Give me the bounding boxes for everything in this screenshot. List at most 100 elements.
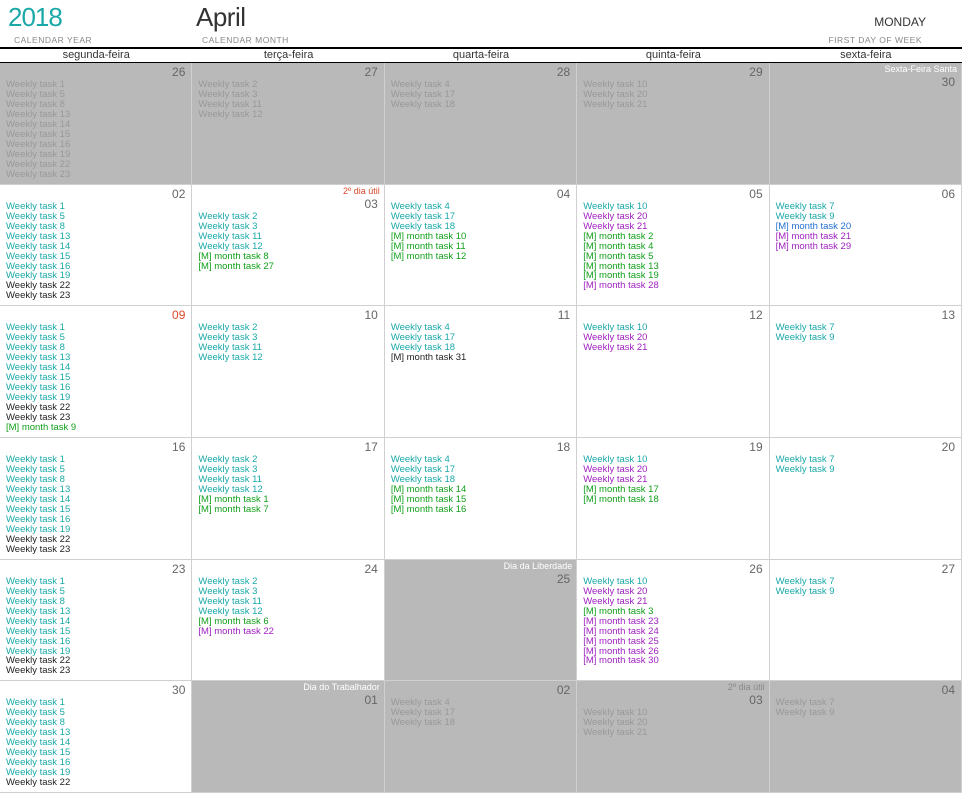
day-cell[interactable]: 04Weekly task 7Weekly task 9 — [770, 681, 962, 793]
day-number: 17 — [364, 440, 379, 454]
day-cell[interactable]: 23Weekly task 1Weekly task 5Weekly task … — [0, 560, 192, 682]
task-item[interactable]: Weekly task 19 — [6, 768, 187, 778]
day-cell[interactable]: 11Weekly task 4Weekly task 17Weekly task… — [385, 306, 577, 438]
day-cell[interactable]: Sexta-Feira Santa30 — [770, 63, 962, 185]
day-cell[interactable]: 16Weekly task 1Weekly task 5Weekly task … — [0, 438, 192, 560]
task-item[interactable]: Weekly task 21 — [583, 100, 764, 110]
day-number: 03 — [749, 693, 764, 707]
day-cell[interactable]: 02Weekly task 1Weekly task 5Weekly task … — [0, 185, 192, 307]
day-cell[interactable]: 09Weekly task 1Weekly task 5Weekly task … — [0, 306, 192, 438]
task-item[interactable]: Weekly task 16 — [6, 758, 187, 768]
task-item[interactable]: Weekly task 15 — [6, 748, 187, 758]
day-number: 09 — [172, 308, 187, 322]
task-item[interactable]: Weekly task 9 — [776, 465, 957, 475]
task-list: Weekly task 7Weekly task 9 — [776, 455, 957, 475]
day-number: 03 — [364, 197, 379, 211]
task-item[interactable]: [M] month task 28 — [583, 281, 764, 291]
week-row: 16Weekly task 1Weekly task 5Weekly task … — [0, 438, 962, 560]
day-cell[interactable]: 20Weekly task 7Weekly task 9 — [770, 438, 962, 560]
day-number: 01 — [364, 693, 379, 707]
day-number: 02 — [557, 683, 572, 697]
day-cell[interactable]: Dia da Liberdade25 — [385, 560, 577, 682]
task-item[interactable]: Weekly task 9 — [776, 587, 957, 597]
task-item[interactable]: Weekly task 22 — [6, 778, 187, 788]
day-number: 30 — [942, 75, 957, 89]
day-cell[interactable]: 13Weekly task 7Weekly task 9 — [770, 306, 962, 438]
week-row: 30Weekly task 1Weekly task 5Weekly task … — [0, 681, 962, 793]
task-item[interactable]: Weekly task 21 — [583, 728, 764, 738]
day-number: 12 — [749, 308, 764, 322]
task-item[interactable]: Weekly task 12 — [198, 110, 379, 120]
task-item[interactable]: [M] month task 31 — [391, 353, 572, 363]
day-cell[interactable]: 05Weekly task 10Weekly task 20Weekly tas… — [577, 185, 769, 307]
day-number: 26 — [749, 562, 764, 576]
day-cell[interactable]: 04Weekly task 4Weekly task 17Weekly task… — [385, 185, 577, 307]
task-list: Weekly task 4Weekly task 17Weekly task 1… — [391, 698, 572, 728]
task-item[interactable]: Weekly task 18 — [391, 718, 572, 728]
day-cell[interactable]: 10Weekly task 2Weekly task 3Weekly task … — [192, 306, 384, 438]
day-number: 18 — [557, 440, 572, 454]
task-list: Weekly task 7Weekly task 9 — [776, 323, 957, 343]
day-cell[interactable]: Dia do Trabalhador01 — [192, 681, 384, 793]
day-cell[interactable]: 2º dia útil03Weekly task 2Weekly task 3W… — [192, 185, 384, 307]
day-cell[interactable]: 30Weekly task 1Weekly task 5Weekly task … — [0, 681, 192, 793]
day-cell[interactable]: 19Weekly task 10Weekly task 20Weekly tas… — [577, 438, 769, 560]
weekday-header: sexta-feira — [770, 49, 962, 63]
day-number: 06 — [942, 187, 957, 201]
day-number: 30 — [172, 683, 187, 697]
day-cell[interactable]: 28Weekly task 4Weekly task 17Weekly task… — [385, 63, 577, 185]
task-item[interactable]: Weekly task 23 — [6, 170, 187, 180]
task-item[interactable]: [M] month task 30 — [583, 656, 764, 666]
task-item[interactable]: [M] month task 27 — [198, 262, 379, 272]
task-item[interactable]: [M] month task 22 — [198, 627, 379, 637]
task-item[interactable]: [M] month task 16 — [391, 505, 572, 515]
day-cell[interactable]: 27Weekly task 7Weekly task 9 — [770, 560, 962, 682]
task-item[interactable]: [M] month task 5 — [583, 252, 764, 262]
task-list: Weekly task 10Weekly task 20Weekly task … — [583, 708, 764, 738]
task-item[interactable]: Weekly task 9 — [776, 708, 957, 718]
weekday-header: quarta-feira — [385, 49, 577, 63]
task-item[interactable]: [M] month task 7 — [198, 505, 379, 515]
day-cell[interactable]: 29Weekly task 10Weekly task 20Weekly tas… — [577, 63, 769, 185]
task-list: Weekly task 2Weekly task 3Weekly task 11… — [198, 212, 379, 272]
day-cell[interactable]: 26Weekly task 1Weekly task 5Weekly task … — [0, 63, 192, 185]
task-list: Weekly task 2Weekly task 3Weekly task 11… — [198, 80, 379, 120]
task-item[interactable]: [M] month task 18 — [583, 495, 764, 505]
task-item[interactable]: Weekly task 23 — [6, 666, 187, 676]
task-item[interactable]: [M] month task 12 — [391, 252, 572, 262]
day-cell[interactable]: 06Weekly task 7Weekly task 9[M] month ta… — [770, 185, 962, 307]
task-item[interactable]: Weekly task 21 — [583, 343, 764, 353]
day-cell[interactable]: 2º dia útil03Weekly task 10Weekly task 2… — [577, 681, 769, 793]
week-row: 09Weekly task 1Weekly task 5Weekly task … — [0, 306, 962, 438]
task-list: Weekly task 1Weekly task 5Weekly task 8W… — [6, 323, 187, 433]
task-item[interactable]: Weekly task 18 — [391, 100, 572, 110]
task-list: Weekly task 4Weekly task 17Weekly task 1… — [391, 80, 572, 110]
task-item[interactable]: Weekly task 23 — [6, 545, 187, 555]
task-item[interactable]: Weekly task 15 — [6, 252, 187, 262]
day-number: 26 — [172, 65, 187, 79]
day-cell[interactable]: 02Weekly task 4Weekly task 17Weekly task… — [385, 681, 577, 793]
task-item[interactable]: [M] month task 9 — [6, 423, 187, 433]
day-number: 04 — [942, 683, 957, 697]
day-cell[interactable]: 26Weekly task 10Weekly task 20Weekly tas… — [577, 560, 769, 682]
task-list: Weekly task 10Weekly task 20Weekly task … — [583, 202, 764, 292]
day-note: Sexta-Feira Santa — [770, 63, 961, 74]
day-cell[interactable]: 24Weekly task 2Weekly task 3Weekly task … — [192, 560, 384, 682]
week-row: 23Weekly task 1Weekly task 5Weekly task … — [0, 560, 962, 682]
day-cell[interactable]: 17Weekly task 2Weekly task 3Weekly task … — [192, 438, 384, 560]
task-item[interactable]: Weekly task 9 — [776, 333, 957, 343]
task-list: Weekly task 1Weekly task 5Weekly task 8W… — [6, 577, 187, 677]
task-item[interactable]: [M] month task 25 — [583, 637, 764, 647]
day-cell[interactable]: 27Weekly task 2Weekly task 3Weekly task … — [192, 63, 384, 185]
week-row: 02Weekly task 1Weekly task 5Weekly task … — [0, 185, 962, 307]
task-item[interactable]: Weekly task 16 — [6, 637, 187, 647]
task-list: Weekly task 7Weekly task 9 — [776, 577, 957, 597]
task-item[interactable]: Weekly task 12 — [198, 353, 379, 363]
day-number: 10 — [364, 308, 379, 322]
task-item[interactable]: [M] month task 29 — [776, 242, 957, 252]
day-number: 27 — [942, 562, 957, 576]
day-cell[interactable]: 18Weekly task 4Weekly task 17Weekly task… — [385, 438, 577, 560]
task-item[interactable]: Weekly task 23 — [6, 291, 187, 301]
day-number: 25 — [557, 572, 572, 586]
day-cell[interactable]: 12Weekly task 10Weekly task 20Weekly tas… — [577, 306, 769, 438]
